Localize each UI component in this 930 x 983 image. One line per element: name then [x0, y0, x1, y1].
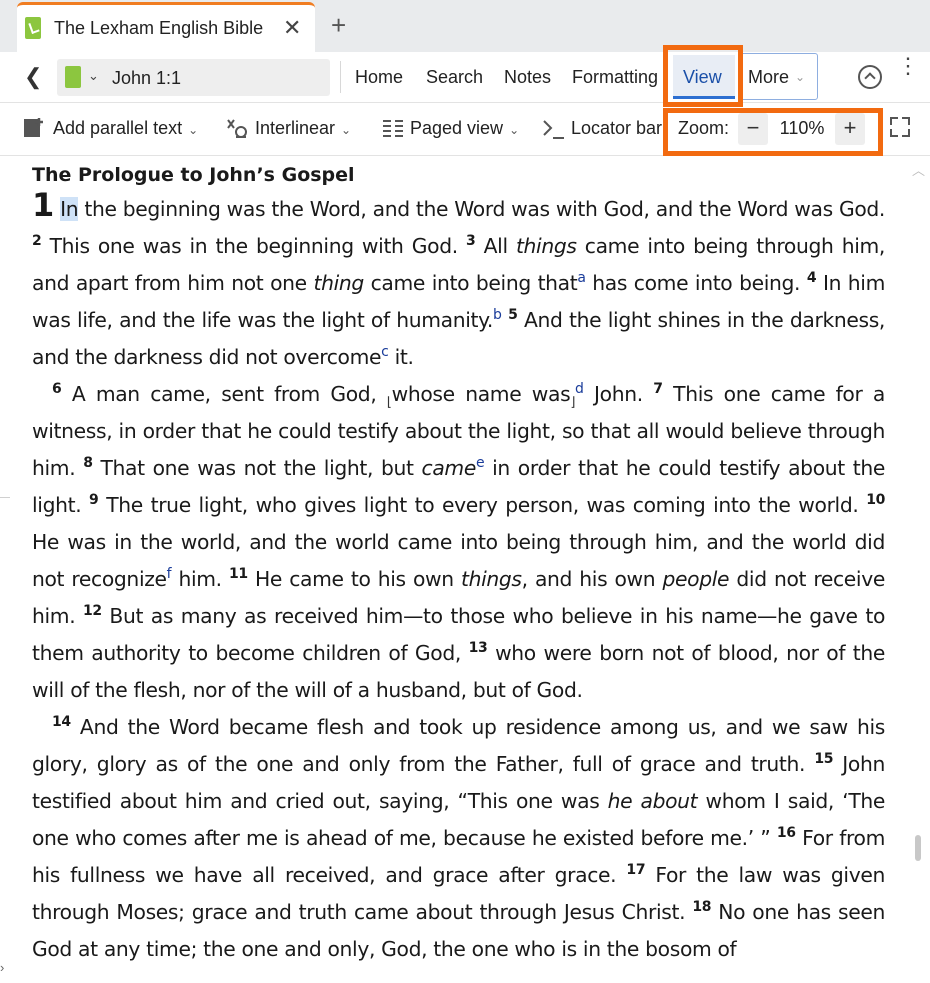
resource-book-icon[interactable] — [65, 66, 81, 88]
verse-number[interactable]: 4 — [807, 270, 817, 286]
chevron-down-icon: ⌄ — [795, 70, 806, 84]
menu-home[interactable]: Home — [355, 67, 403, 88]
add-parallel-label: Add parallel text — [53, 118, 183, 138]
paragraph-2: 6 A man came, sent from God, ⌊whose name… — [32, 381, 886, 702]
verse-number[interactable]: 18 — [692, 899, 711, 915]
menu-notes[interactable]: Notes — [504, 67, 551, 88]
footnote-link[interactable]: e — [476, 455, 485, 471]
verse-number[interactable]: 11 — [229, 566, 248, 582]
verse-number[interactable]: 16 — [777, 825, 796, 841]
verse-number[interactable]: 14 — [52, 714, 71, 730]
reference-box[interactable]: ⌄ John 1:1 — [57, 59, 330, 96]
highlight-box-zoom — [663, 108, 883, 156]
chapter-number[interactable]: 1 — [32, 186, 54, 224]
paragraph-3: 14 And the Word became flesh and took up… — [32, 714, 886, 961]
verse-number[interactable]: 13 — [469, 640, 488, 656]
bible-book-icon — [25, 17, 41, 39]
interlinear-label: Interlinear — [255, 118, 336, 138]
menu-formatting[interactable]: Formatting — [572, 67, 658, 88]
back-chevron-icon[interactable]: ❮ — [24, 64, 42, 90]
locator-bar-button[interactable]: Locator bar — [571, 118, 662, 139]
verse-number[interactable]: 6 — [52, 381, 62, 397]
tab-title: The Lexham English Bible — [54, 18, 264, 38]
paged-view-label: Paged view — [410, 118, 504, 138]
highlight-box-view — [663, 45, 743, 107]
locator-bar-icon[interactable] — [542, 118, 566, 140]
tab-strip: The Lexham English Bible ✕ + — [0, 0, 930, 52]
fullscreen-icon[interactable] — [890, 117, 910, 137]
tab-lexham[interactable]: The Lexham English Bible ✕ — [17, 2, 315, 52]
footnote-link[interactable]: c — [381, 344, 389, 360]
paged-view-icon[interactable] — [382, 119, 404, 139]
menu-search[interactable]: Search — [426, 67, 483, 88]
divider — [340, 61, 341, 93]
verse-number[interactable]: 2 — [32, 233, 42, 249]
expand-panel-chevron-icon[interactable]: › — [0, 960, 4, 975]
menu-more[interactable]: More ⌄ — [740, 53, 818, 100]
verse-number[interactable]: 8 — [83, 455, 93, 471]
paged-view-button[interactable]: Paged view ⌄ — [410, 118, 519, 139]
bible-text-panel[interactable]: The Prologue to John’s Gospel 1 In the b… — [32, 163, 885, 968]
close-icon[interactable]: ✕ — [283, 15, 301, 41]
verse-number[interactable]: 15 — [814, 751, 833, 767]
verse-number[interactable]: 17 — [626, 862, 645, 878]
scrollbar-thumb[interactable] — [915, 835, 921, 861]
verse-number[interactable]: 10 — [866, 492, 885, 508]
navigation-toolbar: ❮ ⌄ John 1:1 Home Search Notes Formattin… — [0, 52, 930, 103]
verse-number[interactable]: 12 — [83, 603, 102, 619]
paragraph-1: 1 In the beginning was the Word, and the… — [32, 186, 886, 369]
panel-divider — [0, 497, 10, 498]
kebab-menu-icon[interactable]: ⋮ — [897, 55, 919, 77]
reference-input[interactable]: John 1:1 — [112, 68, 181, 89]
footnote-link[interactable]: d — [575, 381, 584, 397]
selected-word[interactable]: In — [60, 197, 79, 221]
interlinear-button[interactable]: Interlinear ⌄ — [255, 118, 351, 139]
footnote-link[interactable]: a — [577, 270, 586, 286]
bracket-close: ⌋ — [570, 395, 576, 411]
interlinear-icon[interactable] — [226, 118, 250, 138]
chevron-down-icon: ⌄ — [188, 123, 199, 137]
section-heading: The Prologue to John’s Gospel — [32, 164, 355, 186]
add-parallel-text-button[interactable]: Add parallel text ⌄ — [53, 118, 198, 139]
menu-more-label: More — [748, 67, 790, 87]
footnote-link[interactable]: b — [493, 307, 502, 323]
scroll-up-chevron-icon[interactable]: ︿ — [912, 160, 925, 179]
chevron-down-icon: ⌄ — [341, 123, 352, 137]
verse-number[interactable]: 7 — [653, 381, 663, 397]
add-parallel-icon[interactable] — [23, 116, 47, 138]
chevron-down-icon[interactable]: ⌄ — [88, 68, 99, 84]
chevron-down-icon: ⌄ — [509, 123, 520, 137]
new-tab-plus-icon[interactable]: + — [331, 10, 346, 41]
collapse-up-icon[interactable] — [858, 65, 882, 89]
